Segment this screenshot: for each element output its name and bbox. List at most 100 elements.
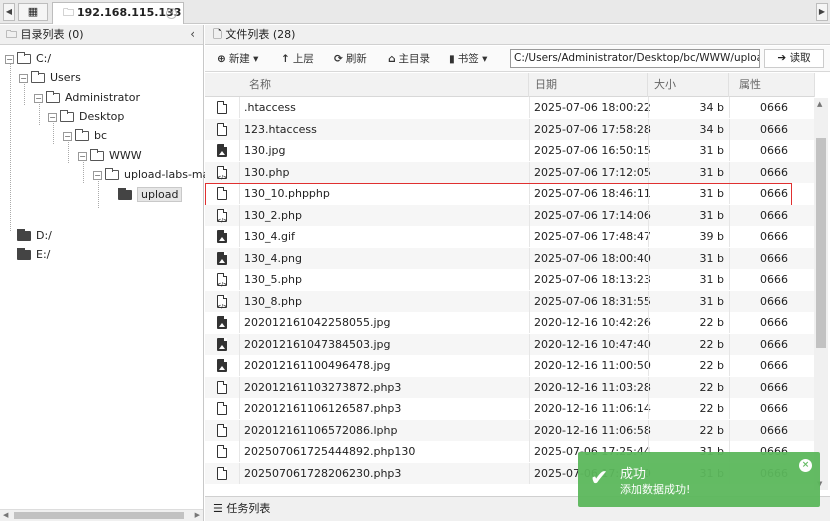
file-perm: 0666 <box>729 183 815 204</box>
check-icon: ✔ <box>590 466 609 491</box>
file-name: 130_2.php <box>239 204 529 226</box>
collapse-icon[interactable]: − <box>19 73 28 83</box>
toast-close-icon[interactable]: × <box>799 459 812 472</box>
table-row[interactable]: 202012161047384503.jpg 2020-12-16 10:47:4… <box>205 333 815 355</box>
file-icon <box>217 445 227 458</box>
column-header-date[interactable]: 日期 <box>529 73 648 97</box>
table-row[interactable]: 130.php2025-07-06 17:12:0531 b0666 <box>205 161 815 189</box>
scroll-left-icon[interactable]: ◀ <box>3 510 8 521</box>
collapse-icon[interactable]: − <box>5 54 14 64</box>
scrollbar-thumb[interactable] <box>816 138 826 348</box>
file-icon <box>217 187 227 200</box>
collapse-icon[interactable]: − <box>48 112 57 122</box>
table-row[interactable]: 202012161106126587.php3 2020-12-16 11:06:… <box>205 398 815 420</box>
tree-node-c-drive[interactable]: − C:/ <box>5 50 51 68</box>
collapse-icon[interactable]: − <box>93 170 102 180</box>
file-name: 130_8.php <box>239 290 529 312</box>
home-icon: ⌂ <box>388 53 396 65</box>
file-size: 31 b <box>648 247 728 269</box>
table-row[interactable]: 130_4.png 2025-07-06 18:00:40 31 b 0666 <box>205 247 815 269</box>
tree-node-desktop[interactable]: − Desktop <box>48 108 124 126</box>
collapse-icon[interactable]: − <box>34 93 43 103</box>
tree-node-users[interactable]: − Users <box>19 69 81 87</box>
file-size: 22 b <box>648 312 728 333</box>
table-row[interactable]: 130.jpg 2025-07-06 16:50:15 31 b 0666 <box>205 140 815 162</box>
read-button[interactable]: ➔ 读取 <box>764 49 824 68</box>
file-perm: 0666 <box>729 247 815 269</box>
tree-node-d-drive[interactable]: D:/ <box>17 227 52 245</box>
grid-menu-button[interactable]: ▦ <box>18 3 48 21</box>
table-row[interactable]: 202012161042258055.jpg 2020-12-16 10:42:2… <box>205 312 815 334</box>
collapse-panel-icon[interactable]: ‹ <box>190 25 195 44</box>
plus-circle-icon: ⊕ <box>217 53 226 65</box>
file-perm: 0666 <box>729 118 815 140</box>
tree-horizontal-scrollbar[interactable]: ◀ ▶ <box>0 509 203 521</box>
table-row[interactable]: 202012161100496478.jpg 2020-12-16 11:00:5… <box>205 355 815 377</box>
table-row[interactable]: 130_2.php2025-07-06 17:14:0631 b0666 <box>205 204 815 232</box>
tree-node-e-drive[interactable]: E:/ <box>17 246 50 264</box>
scroll-right-icon[interactable]: ▶ <box>195 510 200 521</box>
tab-scroll-left-button[interactable]: ◀ <box>3 3 15 21</box>
table-row[interactable]: 123.htaccess 2025-07-06 17:58:28 34 b 0666 <box>205 118 815 140</box>
folder-open-icon <box>31 71 45 83</box>
bookmark-button[interactable]: ▮ 书签 ▾ <box>449 50 487 68</box>
tree-node-www[interactable]: − WWW <box>78 147 142 165</box>
folder-open-icon <box>75 129 89 141</box>
table-row[interactable]: 202012161103273872.php3 2020-12-16 11:03:… <box>205 376 815 398</box>
tab-scroll-right-button[interactable]: ▶ <box>816 3 828 21</box>
file-size: 31 b <box>648 140 728 161</box>
file-date: 2020-12-16 10:47:40 <box>529 333 651 355</box>
path-input[interactable]: C:/Users/Administrator/Desktop/bc/WWW/up… <box>510 49 760 68</box>
folder-icon <box>17 229 31 241</box>
file-toolbar: ⊕ 新建 ▾ ↑ 上层 ⟳ 刷新 ⌂ 主目录 ▮ 书签 ▾ C:/Users/Admini… <box>205 46 830 72</box>
new-button[interactable]: ⊕ 新建 ▾ <box>217 50 258 68</box>
tree-node-administrator[interactable]: − Administrator <box>34 89 140 107</box>
folder-icon <box>118 188 132 200</box>
file-size: 22 b <box>648 419 728 441</box>
collapse-icon[interactable]: − <box>78 151 87 161</box>
file-icon <box>217 101 227 114</box>
image-file-icon <box>217 337 227 351</box>
success-toast: ✔ 成功 添加数据成功! × <box>578 452 820 507</box>
image-file-icon <box>217 144 227 157</box>
file-icon <box>217 122 227 136</box>
file-table-header: 名称 日期 大小 属性 <box>205 73 815 97</box>
file-icon <box>217 402 227 415</box>
directory-panel-header: 🗀 目录列表 (0) ‹ <box>0 25 203 45</box>
home-button[interactable]: ⌂ 主目录 <box>388 50 430 68</box>
column-header-name[interactable]: 名称 <box>239 73 529 97</box>
tree-node-upload[interactable]: upload <box>118 186 183 204</box>
task-list-label: 任务列表 <box>226 502 271 515</box>
column-header-size[interactable]: 大小 <box>648 73 729 97</box>
file-list-vertical-scrollbar[interactable]: ▲ ▼ <box>814 98 828 490</box>
code-file-icon <box>217 294 227 318</box>
scrollbar-thumb[interactable] <box>14 512 184 519</box>
tree-node-upload-labs[interactable]: − upload-labs-mast <box>93 166 219 184</box>
table-row[interactable]: 130_4.gif 2025-07-06 17:48:47 39 b 0666 <box>205 226 815 248</box>
file-size: 22 b <box>648 398 728 419</box>
collapse-icon[interactable]: − <box>63 131 72 141</box>
bookmark-icon: ▮ <box>449 53 455 65</box>
table-row[interactable]: 130_10.phpphp 2025-07-06 18:46:11 31 b 0666 <box>205 183 815 208</box>
file-date: 2025-07-06 17:12:05 <box>529 161 651 183</box>
file-size: 22 b <box>648 355 728 376</box>
file-perm: 0666 <box>729 204 815 226</box>
up-level-button[interactable]: ↑ 上层 <box>281 50 314 68</box>
chevron-down-icon: ▾ <box>482 53 488 65</box>
table-row[interactable]: .htaccess 2025-07-06 18:00:22 34 b 0666 <box>205 97 815 119</box>
file-perm: 0666 <box>729 419 815 441</box>
column-header-perm[interactable]: 属性 <box>729 73 815 97</box>
table-row[interactable]: 130_8.php2025-07-06 18:31:5531 b0666 <box>205 290 815 318</box>
tab-close-icon[interactable]: × <box>166 8 177 19</box>
scroll-up-icon[interactable]: ▲ <box>817 100 822 108</box>
tree-node-bc[interactable]: − bc <box>63 127 107 145</box>
directory-panel-title: 目录列表 (0) <box>20 28 84 41</box>
table-row[interactable]: 202012161106572086.lphp 2020-12-16 11:06:… <box>205 419 815 441</box>
file-name: 130.php <box>239 161 529 183</box>
arrow-right-icon: ➔ <box>777 52 787 64</box>
file-date: 2025-07-06 18:00:22 <box>529 97 651 118</box>
file-date: 2020-12-16 11:03:28 <box>529 376 651 398</box>
tab-connection[interactable]: 🗀 192.168.115.133 × <box>52 2 184 24</box>
refresh-button[interactable]: ⟳ 刷新 <box>334 50 367 68</box>
table-row[interactable]: 130_5.php2025-07-06 18:13:2331 b0666 <box>205 269 815 296</box>
